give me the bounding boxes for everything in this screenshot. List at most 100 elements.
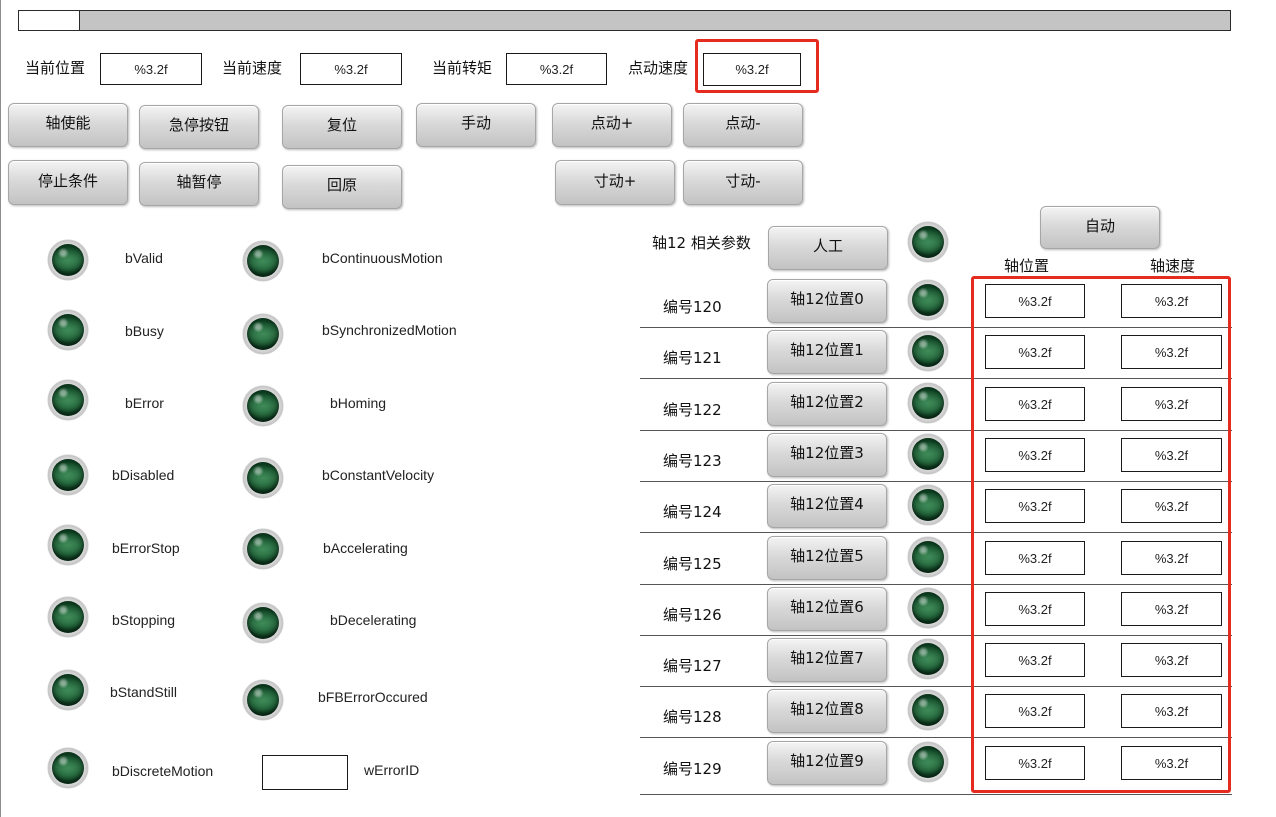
jog-minus-button[interactable]: 点动- bbox=[683, 103, 803, 147]
current-torque-display: %3.2f bbox=[506, 53, 607, 85]
current-position-display: %3.2f bbox=[100, 53, 202, 85]
status-label-bdisabled: bDisabled bbox=[112, 467, 175, 483]
status-lamp-bvalid bbox=[48, 240, 88, 280]
row-divider bbox=[640, 737, 1232, 738]
row-divider bbox=[640, 794, 1232, 795]
inch-minus-button[interactable]: 寸动- bbox=[683, 160, 803, 205]
status-label-bcontinuousmotion: bContinuousMotion bbox=[322, 250, 443, 266]
current-speed-label: 当前速度 bbox=[222, 59, 283, 77]
row-divider bbox=[640, 584, 1232, 585]
axis12-row-8-velocity-input[interactable]: %3.2f bbox=[1121, 694, 1222, 728]
axis12-row-3-id-label: 编号123 bbox=[663, 452, 722, 470]
status-label-bsynchronizedmotion: bSynchronizedMotion bbox=[322, 322, 457, 338]
axis12-row-4-position-button[interactable]: 轴12位置4 bbox=[767, 484, 887, 528]
axis12-row-3-position-input[interactable]: %3.2f bbox=[985, 438, 1085, 472]
axis12-row-5-position-input[interactable]: %3.2f bbox=[985, 541, 1085, 575]
axis12-row-2-position-button[interactable]: 轴12位置2 bbox=[767, 382, 887, 426]
row-divider bbox=[640, 481, 1232, 482]
status-lamp-berrorstop bbox=[48, 525, 88, 565]
status-label-bdecelerating: bDecelerating bbox=[330, 612, 417, 628]
axis12-row-1-position-input[interactable]: %3.2f bbox=[985, 335, 1085, 369]
axis12-row-2-lamp bbox=[908, 383, 948, 423]
status-lamp-bfberroroccured bbox=[243, 680, 283, 720]
axis12-row-9-position-input[interactable]: %3.2f bbox=[985, 746, 1085, 780]
axis12-row-9-id-label: 编号129 bbox=[663, 760, 722, 778]
homing-button[interactable]: 回原 bbox=[282, 165, 402, 209]
axis12-row-9-lamp bbox=[908, 742, 948, 782]
axis12-row-0-id-label: 编号120 bbox=[663, 298, 722, 316]
axis12-row-6-velocity-input[interactable]: %3.2f bbox=[1121, 592, 1222, 626]
axis12-row-3-velocity-input[interactable]: %3.2f bbox=[1121, 438, 1222, 472]
axis12-row-6-lamp bbox=[908, 588, 948, 628]
axis12-row-7-position-input[interactable]: %3.2f bbox=[985, 643, 1085, 677]
axis12-row-7-id-label: 编号127 bbox=[663, 657, 722, 675]
axis12-row-1-velocity-input[interactable]: %3.2f bbox=[1121, 335, 1222, 369]
axis12-row-9-position-button[interactable]: 轴12位置9 bbox=[767, 741, 887, 785]
jog-speed-label: 点动速度 bbox=[628, 59, 689, 77]
status-label-berror: bError bbox=[125, 395, 164, 411]
current-torque-label: 当前转矩 bbox=[432, 59, 493, 77]
axis12-row-2-position-input[interactable]: %3.2f bbox=[985, 387, 1085, 421]
axis12-row-9-velocity-input[interactable]: %3.2f bbox=[1121, 746, 1222, 780]
axis12-row-4-position-input[interactable]: %3.2f bbox=[985, 489, 1085, 523]
axis12-row-0-lamp bbox=[908, 280, 948, 320]
jog-plus-button[interactable]: 点动+ bbox=[552, 103, 672, 147]
axis12-row-4-velocity-input[interactable]: %3.2f bbox=[1121, 489, 1222, 523]
axis12-manual-button[interactable]: 人工 bbox=[768, 226, 888, 270]
status-label-bconstantvelocity: bConstantVelocity bbox=[322, 467, 435, 483]
status-label-berrorstop: bErrorStop bbox=[112, 540, 180, 556]
status-lamp-baccelerating bbox=[243, 529, 283, 569]
window-left-border bbox=[0, 0, 1, 817]
axis12-row-1-lamp bbox=[908, 331, 948, 371]
reset-button[interactable]: 复位 bbox=[282, 105, 402, 149]
axis-position-bar bbox=[18, 10, 1231, 31]
axis12-row-6-id-label: 编号126 bbox=[663, 606, 722, 624]
status-label-bhoming: bHoming bbox=[330, 395, 387, 411]
status-label-baccelerating: bAccelerating bbox=[323, 540, 408, 556]
axis12-row-4-id-label: 编号124 bbox=[663, 503, 722, 521]
jog-speed-input[interactable]: %3.2f bbox=[703, 53, 801, 86]
status-label-bbusy: bBusy bbox=[125, 323, 164, 339]
axis12-row-5-position-button[interactable]: 轴12位置5 bbox=[767, 536, 887, 580]
row-divider bbox=[640, 430, 1232, 431]
axis12-row-3-position-button[interactable]: 轴12位置3 bbox=[767, 433, 887, 477]
axis12-row-0-position-input[interactable]: %3.2f bbox=[985, 284, 1085, 318]
axis12-row-8-position-input[interactable]: %3.2f bbox=[985, 694, 1085, 728]
axis12-row-7-lamp bbox=[908, 639, 948, 679]
status-lamp-bbusy bbox=[48, 310, 88, 350]
current-speed-display: %3.2f bbox=[300, 53, 402, 85]
status-lamp-bhoming bbox=[243, 386, 283, 426]
axis12-row-7-position-button[interactable]: 轴12位置7 bbox=[767, 638, 887, 682]
axis12-row-1-position-button[interactable]: 轴12位置1 bbox=[767, 330, 887, 374]
axis12-row-6-position-button[interactable]: 轴12位置6 bbox=[767, 587, 887, 631]
stop-condition-button[interactable]: 停止条件 bbox=[8, 160, 128, 205]
status-lamp-bconstantvelocity bbox=[243, 458, 283, 498]
axis12-row-8-id-label: 编号128 bbox=[663, 708, 722, 726]
axis12-row-0-position-button[interactable]: 轴12位置0 bbox=[767, 279, 887, 323]
axis12-row-3-lamp bbox=[908, 434, 948, 474]
axis12-row-5-velocity-input[interactable]: %3.2f bbox=[1121, 541, 1222, 575]
axis12-row-2-velocity-input[interactable]: %3.2f bbox=[1121, 387, 1222, 421]
axis12-row-7-velocity-input[interactable]: %3.2f bbox=[1121, 643, 1222, 677]
manual-button[interactable]: 手动 bbox=[416, 103, 536, 147]
axis12-row-0-velocity-input[interactable]: %3.2f bbox=[1121, 284, 1222, 318]
axis12-row-5-lamp bbox=[908, 537, 948, 577]
error-id-label: wErrorID bbox=[364, 762, 420, 778]
axis-enable-button[interactable]: 轴使能 bbox=[8, 103, 128, 147]
axis12-row-8-lamp bbox=[908, 690, 948, 730]
inch-plus-button[interactable]: 寸动+ bbox=[555, 160, 675, 205]
axis-pause-button[interactable]: 轴暂停 bbox=[139, 162, 259, 206]
row-divider bbox=[640, 327, 1232, 328]
column-header-velocity: 轴速度 bbox=[1150, 257, 1196, 275]
axis12-row-4-lamp bbox=[908, 485, 948, 525]
axis12-mode-lamp bbox=[908, 222, 948, 262]
axis12-auto-button[interactable]: 自动 bbox=[1040, 206, 1160, 249]
status-label-bstopping: bStopping bbox=[112, 612, 176, 628]
axis12-row-8-position-button[interactable]: 轴12位置8 bbox=[767, 689, 887, 733]
emergency-stop-button[interactable]: 急停按钮 bbox=[139, 105, 259, 149]
axis12-row-1-id-label: 编号121 bbox=[663, 349, 722, 367]
row-divider bbox=[640, 378, 1232, 379]
axis12-row-6-position-input[interactable]: %3.2f bbox=[985, 592, 1085, 626]
row-divider bbox=[640, 532, 1232, 533]
row-divider bbox=[640, 686, 1232, 687]
